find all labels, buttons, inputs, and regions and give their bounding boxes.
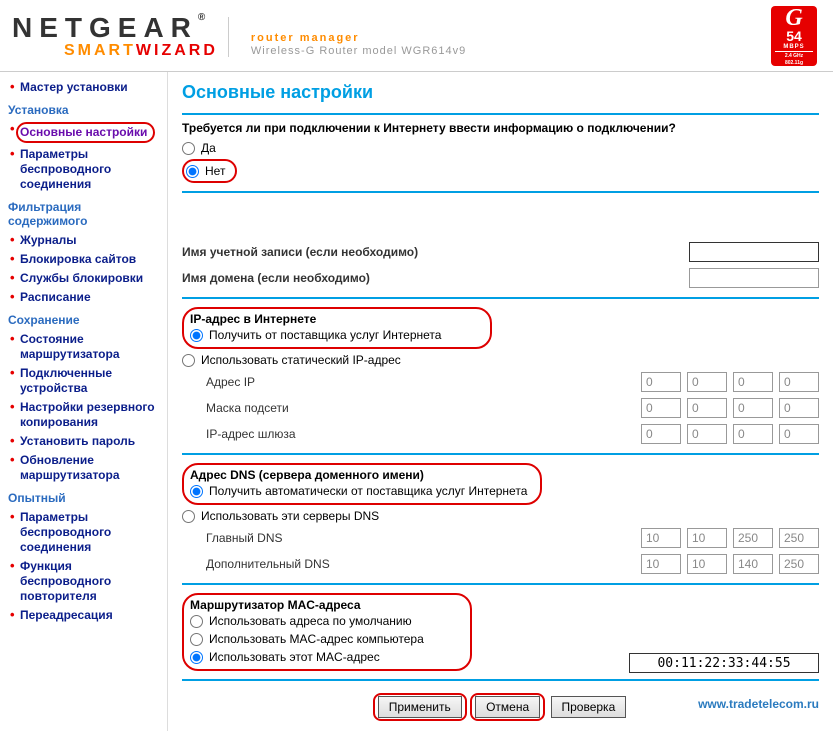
dnss-2[interactable] [687,554,727,574]
header-divider [228,17,229,57]
sidebar-section-header: Фильтрация содержимого [8,200,163,228]
sidebar-item[interactable]: Службы блокировки [8,269,163,288]
ip-addr-1[interactable] [641,372,681,392]
mac-default-label: Использовать адреса по умолчанию [209,614,412,628]
dnsp-4[interactable] [779,528,819,548]
ip-addr-2[interactable] [687,372,727,392]
dnss-3[interactable] [733,554,773,574]
gw-3[interactable] [733,424,773,444]
sidebar-item[interactable]: Настройки резервного копирования [8,398,163,432]
tagline-1: router manager [251,32,466,44]
dnsp-2[interactable] [687,528,727,548]
dns-secondary-label: Дополнительный DNS [182,557,641,571]
cancel-button[interactable]: Отмена [475,696,540,718]
page-title: Основные настройки [182,82,819,103]
mac-input[interactable] [629,653,819,673]
mac-computer-label: Использовать MAC-адрес компьютера [209,632,424,646]
sidebar-item[interactable]: Расписание [8,288,163,307]
apply-button[interactable]: Применить [378,696,462,718]
login-yes-radio[interactable] [182,142,195,155]
button-row: Применить Отмена Проверка www.tradetelec… [182,693,819,721]
dnsp-1[interactable] [641,528,681,548]
dns-manual-label: Использовать эти серверы DNS [201,509,379,523]
sidebar-item[interactable]: Журналы [8,231,163,250]
sidebar-item[interactable]: Обновление маршрутизатора [8,451,163,485]
sidebar-item[interactable]: Состояние маршрутизатора [8,330,163,364]
mask-1[interactable] [641,398,681,418]
login-no-label: Нет [205,164,225,178]
account-input[interactable] [689,242,819,262]
mac-computer-radio[interactable] [190,633,203,646]
dnss-1[interactable] [641,554,681,574]
gateway-label: IP-адрес шлюза [182,427,641,441]
sidebar-item[interactable]: Переадресация [8,606,163,625]
dns-auto-radio[interactable] [190,485,203,498]
gw-1[interactable] [641,424,681,444]
brand-logo: NETGEAR® [12,12,218,44]
wireless-g-badge: G 54 MBPS 2.4 GHz 802.11g [771,6,817,66]
sidebar-item[interactable]: Блокировка сайтов [8,250,163,269]
mask-4[interactable] [779,398,819,418]
header: NETGEAR® SMARTWIZARD router manager Wire… [0,0,833,72]
ip-addr-label: Адрес IP [182,375,641,389]
sidebar-item[interactable]: Мастер установки [8,78,163,97]
dns-auto-label: Получить автоматически от поставщика усл… [209,484,527,498]
sidebar-item[interactable]: Основные настройки [8,120,163,145]
ip-dynamic-label: Получить от поставщика услуг Интернета [209,328,441,342]
sidebar-section-header: Сохранение [8,313,163,327]
sidebar-item[interactable]: Параметры беспроводного соединения [8,145,163,194]
ip-addr-3[interactable] [733,372,773,392]
gw-4[interactable] [779,424,819,444]
sidebar-item[interactable]: Подключенные устройства [8,364,163,398]
ip-addr-4[interactable] [779,372,819,392]
footer-link[interactable]: www.tradetelecom.ru [698,697,819,711]
sidebar-item[interactable]: Установить пароль [8,432,163,451]
mac-custom-label: Использовать этот MAC-адрес [209,650,380,664]
domain-label: Имя домена (если необходимо) [182,271,689,285]
dns-section-title: Адрес DNS (сервера доменного имени) [190,468,534,482]
mask-2[interactable] [687,398,727,418]
login-question: Требуется ли при подключении к Интернету… [182,121,819,135]
dns-primary-label: Главный DNS [182,531,641,545]
ip-static-label: Использовать статический IP-адрес [201,353,401,367]
dnss-4[interactable] [779,554,819,574]
dnsp-3[interactable] [733,528,773,548]
mask-3[interactable] [733,398,773,418]
subnet-label: Маска подсети [182,401,641,415]
domain-input[interactable] [689,268,819,288]
ip-static-radio[interactable] [182,354,195,367]
dns-manual-radio[interactable] [182,510,195,523]
account-label: Имя учетной записи (если необходимо) [182,245,689,259]
tagline-2: Wireless-G Router model WGR614v9 [251,45,466,57]
login-yes-label: Да [201,141,216,155]
mac-custom-radio[interactable] [190,651,203,664]
login-no-radio[interactable] [186,165,199,178]
sidebar-section-header: Установка [8,103,163,117]
sidebar-section-header: Опытный [8,491,163,505]
ip-section-title: IP-адрес в Интернете [190,312,484,326]
sidebar: Мастер установки Установка Основные настро… [0,72,168,731]
sidebar-item[interactable]: Параметры беспроводного соединения [8,508,163,557]
gw-2[interactable] [687,424,727,444]
tagline-area: router manager Wireless-G Router model W… [251,32,466,57]
test-button[interactable]: Проверка [551,696,627,718]
ip-addr-inputs [641,372,819,392]
content-area: Основные настройки Требуется ли при подк… [168,72,833,731]
logo-area: NETGEAR® SMARTWIZARD [12,12,218,60]
ip-dynamic-radio[interactable] [190,329,203,342]
mac-default-radio[interactable] [190,615,203,628]
product-name: SMARTWIZARD [64,42,218,60]
sidebar-item[interactable]: Функция беспроводного повторителя [8,557,163,606]
mac-section-title: Маршрутизатор MAC-адреса [190,598,464,612]
